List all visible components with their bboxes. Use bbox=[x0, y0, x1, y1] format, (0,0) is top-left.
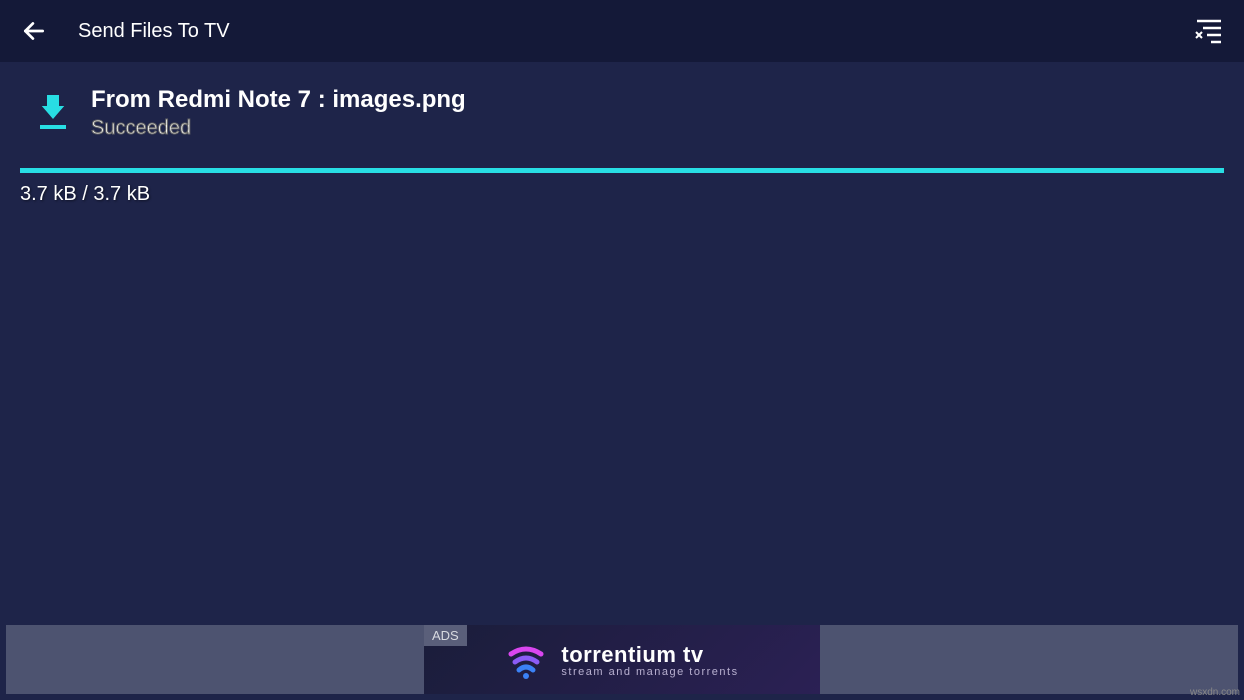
header-left-group: Send Files To TV bbox=[20, 17, 230, 45]
app-title: Send Files To TV bbox=[78, 20, 230, 43]
clear-list-button[interactable] bbox=[1190, 14, 1224, 48]
ad-text-group: torrentium tv stream and manage torrents bbox=[561, 642, 738, 678]
download-icon bbox=[35, 92, 71, 132]
content-area: From Redmi Note 7 : images.png Succeeded… bbox=[0, 62, 1244, 206]
transfer-title: From Redmi Note 7 : images.png bbox=[91, 86, 1224, 114]
transfer-size-text: 3.7 kB / 3.7 kB bbox=[20, 183, 1224, 206]
transfer-item[interactable]: From Redmi Note 7 : images.png Succeeded bbox=[20, 86, 1224, 140]
back-button[interactable] bbox=[20, 17, 48, 45]
clear-list-icon bbox=[1191, 17, 1223, 45]
ad-banner[interactable]: ADS torrentium tv stream and manage torr… bbox=[6, 625, 1238, 694]
progress-bar bbox=[20, 168, 1224, 173]
ad-content: ADS torrentium tv stream and manage torr… bbox=[424, 625, 820, 694]
ad-logo-icon bbox=[505, 639, 547, 681]
ads-label: ADS bbox=[424, 625, 467, 646]
transfer-status: Succeeded bbox=[91, 117, 1224, 140]
ad-brand-subtitle: stream and manage torrents bbox=[561, 666, 738, 678]
ad-brand-title: torrentium tv bbox=[561, 642, 703, 668]
back-arrow-icon bbox=[21, 18, 47, 44]
app-header: Send Files To TV bbox=[0, 0, 1244, 62]
transfer-info: From Redmi Note 7 : images.png Succeeded bbox=[91, 86, 1224, 140]
watermark: wsxdn.com bbox=[1190, 687, 1240, 698]
